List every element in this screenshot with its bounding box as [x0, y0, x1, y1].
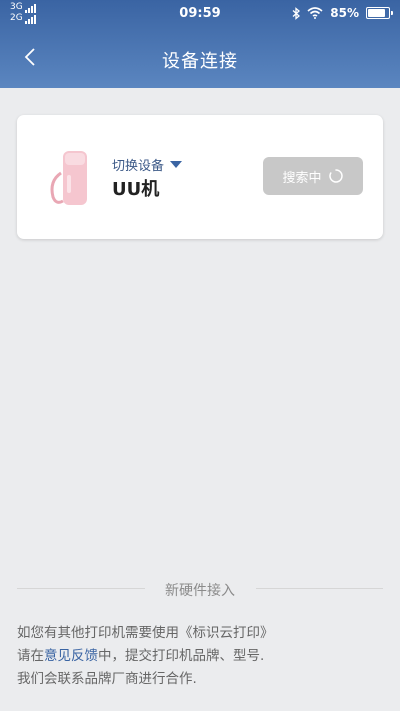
- spinner-icon: [328, 169, 343, 183]
- wifi-icon: [307, 7, 323, 19]
- nav-bar: 设备连接: [0, 28, 400, 88]
- divider-right: [256, 588, 383, 589]
- info-line-3: 我们会联系品牌厂商进行合作.: [17, 671, 197, 687]
- searching-button[interactable]: 搜索中: [263, 157, 363, 195]
- device-name: UU机: [112, 179, 160, 200]
- page-title: 设备连接: [162, 51, 238, 72]
- info-line-2-prefix: 请在: [17, 648, 44, 664]
- header: 3G 2G 09:59 85% 设备连接: [0, 0, 400, 88]
- searching-label: 搜索中: [282, 170, 322, 186]
- battery-percent: 85%: [330, 6, 359, 20]
- switch-device-label: 切换设备: [112, 159, 165, 174]
- bluetooth-icon: [292, 6, 301, 20]
- status-right: 85%: [292, 6, 393, 20]
- info-line-1: 如您有其他打印机需要使用《标识云打印》: [17, 625, 274, 641]
- battery-icon: [366, 7, 393, 19]
- info-text: 如您有其他打印机需要使用《标识云打印》 请在意见反馈中，提交打印机品牌、型号. …: [17, 622, 387, 691]
- feedback-link[interactable]: 意见反馈: [44, 648, 98, 664]
- device-card: 切换设备 UU机 搜索中: [17, 115, 383, 239]
- switch-device-dropdown[interactable]: 切换设备: [112, 155, 183, 174]
- info-line-2-suffix: 中，提交打印机品牌、型号.: [98, 648, 265, 664]
- new-hardware-label: 新硬件接入: [165, 583, 235, 599]
- printer-icon: [50, 151, 87, 205]
- info-line-2: 请在意见反馈中，提交打印机品牌、型号.: [17, 645, 387, 668]
- caret-down-icon: [170, 161, 183, 168]
- battery-fill: [368, 9, 385, 17]
- status-bar: 3G 2G 09:59 85%: [0, 0, 400, 28]
